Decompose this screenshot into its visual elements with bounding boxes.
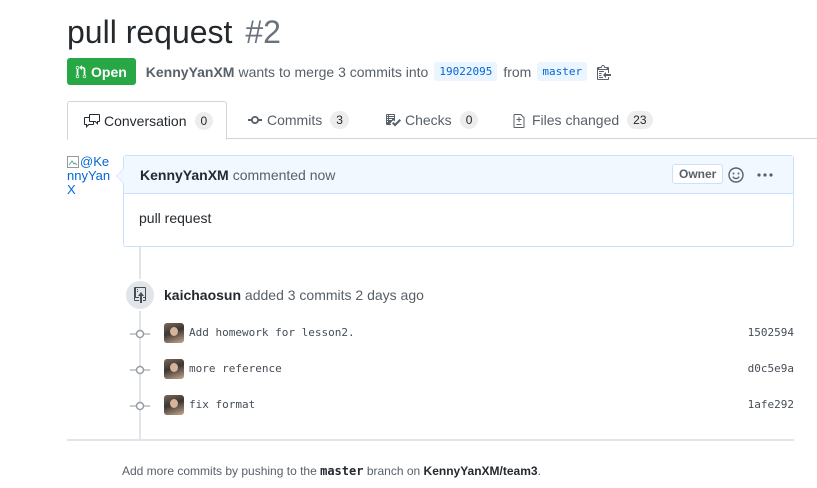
- event-actor[interactable]: kaichaosun: [164, 287, 241, 303]
- commit-row: fix format 1afe292: [130, 395, 794, 417]
- clipboard-icon[interactable]: [597, 64, 612, 80]
- commit-sha[interactable]: 1502594: [748, 326, 794, 339]
- commit-message[interactable]: fix format: [189, 398, 255, 411]
- pr-number: #2: [245, 14, 281, 50]
- push-hint-repo[interactable]: KennyYanXM/team3: [424, 464, 538, 478]
- avatar[interactable]: [164, 323, 184, 343]
- repo-push-icon: [124, 279, 156, 311]
- push-hint-middle: branch on: [366, 464, 421, 478]
- tab-checks[interactable]: Checks 0: [385, 101, 479, 139]
- kebab-horizontal-icon[interactable]: [756, 167, 774, 186]
- owner-badge: Owner: [672, 164, 724, 184]
- state-badge: Open: [67, 58, 136, 85]
- commits-added-event: kaichaosun added 3 commits 2 days ago: [164, 287, 424, 303]
- avatar[interactable]: [164, 395, 184, 415]
- checklist-icon: [386, 114, 401, 127]
- git-commit-icon: [130, 398, 150, 419]
- tab-label: Commits: [267, 112, 323, 128]
- commit-row: Add homework for lesson2. 1502594: [130, 323, 794, 345]
- git-commit-icon: [130, 362, 150, 383]
- file-diff-icon: [513, 114, 525, 128]
- comment-author[interactable]: KennyYanXM: [140, 167, 229, 183]
- event-text: added 3 commits 2 days ago: [244, 287, 424, 303]
- pr-title: pull request: [67, 14, 233, 50]
- tab-label: Files changed: [532, 112, 620, 128]
- avatar[interactable]: [164, 359, 184, 379]
- pr-meta: Open KennyYanXM wants to merge 3 commits…: [67, 58, 612, 85]
- comment-discussion-icon: [84, 113, 100, 128]
- comment-body: pull request: [139, 210, 212, 226]
- tab-counter: 23: [627, 111, 653, 129]
- push-hint-branch: master: [320, 464, 364, 478]
- tab-counter: 0: [194, 111, 214, 130]
- timeline-divider: [67, 439, 794, 441]
- smiley-icon[interactable]: [728, 167, 744, 186]
- pr-title-line: pull request #2: [67, 14, 281, 51]
- tab-label: Checks: [405, 112, 452, 128]
- push-hint-suffix: .: [537, 464, 541, 478]
- commit-message[interactable]: Add homework for lesson2.: [189, 326, 355, 339]
- base-branch[interactable]: 19022095: [434, 62, 498, 81]
- commit-sha[interactable]: 1afe292: [748, 398, 794, 411]
- comment-header: KennyYanXM commented now Owner: [124, 156, 793, 194]
- comment-box: KennyYanXM commented now Owner pull requ…: [116, 155, 794, 247]
- comment-meta[interactable]: commented now: [233, 167, 336, 183]
- git-commit-icon: [248, 116, 262, 124]
- tab-commits[interactable]: Commits 3: [247, 101, 349, 139]
- merge-text: wants to merge 3 commits into: [238, 63, 429, 80]
- push-hint: Add more commits by pushing to the maste…: [122, 464, 541, 478]
- pr-tabs: Conversation 0 Commits 3 Checks 0 Files …: [67, 101, 817, 140]
- pr-author-link[interactable]: KennyYanXM: [146, 64, 235, 80]
- tab-files-changed[interactable]: Files changed 23: [512, 101, 653, 139]
- git-commit-icon: [130, 326, 150, 347]
- tab-counter: 3: [330, 111, 349, 129]
- head-branch[interactable]: master: [537, 62, 588, 81]
- push-hint-prefix: Add more commits by pushing to the: [122, 464, 317, 478]
- tab-conversation[interactable]: Conversation 0: [67, 101, 227, 140]
- broken-image-icon: [67, 156, 79, 168]
- commit-row: more reference d0c5e9a: [130, 359, 794, 381]
- tab-label: Conversation: [104, 112, 187, 129]
- avatar-broken-image[interactable]: @KennyYanX: [67, 155, 111, 197]
- state-label: Open: [91, 63, 127, 80]
- merge-from-text: from: [503, 63, 532, 80]
- commit-message[interactable]: more reference: [189, 362, 282, 375]
- pull-request-icon: [75, 64, 87, 78]
- tab-counter: 0: [459, 111, 479, 129]
- commit-sha[interactable]: d0c5e9a: [748, 362, 794, 375]
